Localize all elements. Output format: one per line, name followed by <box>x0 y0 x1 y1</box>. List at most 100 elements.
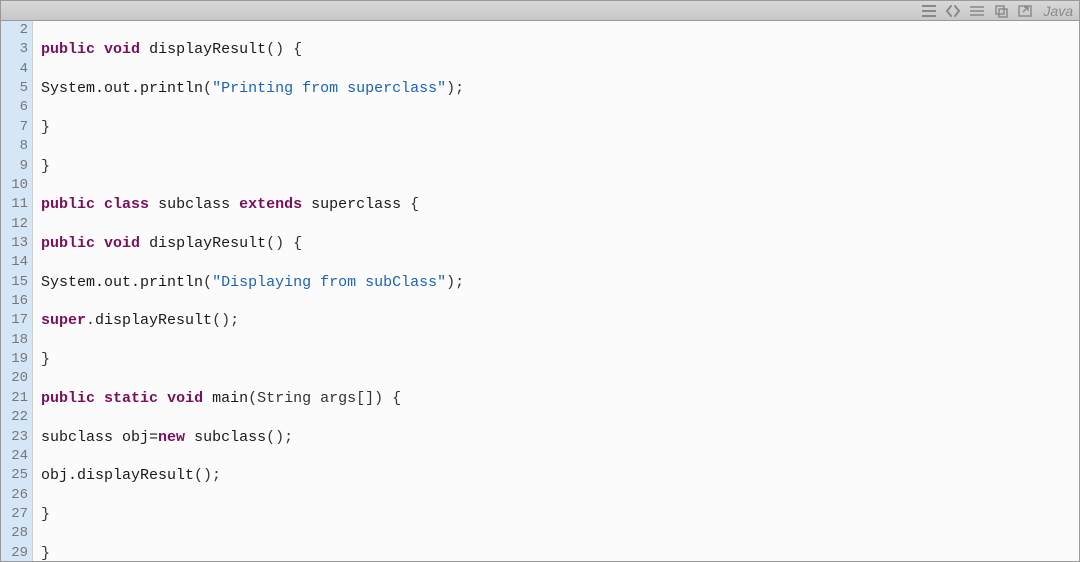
code-token <box>230 196 239 213</box>
line-number: 21 <box>1 389 32 408</box>
code-token: (); <box>194 467 221 484</box>
code-line[interactable] <box>41 486 1071 505</box>
code-line[interactable] <box>41 176 1071 195</box>
code-line[interactable]: System.out.println("Printing from superc… <box>41 79 1071 98</box>
code-line[interactable] <box>41 215 1071 234</box>
code-token <box>95 235 104 252</box>
code-token: displayResult <box>95 312 212 329</box>
code-line[interactable] <box>41 524 1071 543</box>
code-token: main <box>212 390 248 407</box>
line-number: 19 <box>1 350 32 369</box>
code-token: ( <box>203 274 212 291</box>
code-token: static <box>104 390 158 407</box>
code-token <box>203 390 212 407</box>
code-line[interactable]: System.out.println("Displaying from subC… <box>41 273 1071 292</box>
code-editor-frame: Java 23456789101112131415161718192021222… <box>0 0 1080 562</box>
code-line[interactable] <box>41 21 1071 40</box>
line-number: 24 <box>1 447 32 466</box>
code-token: displayResult <box>149 41 266 58</box>
code-line[interactable] <box>41 98 1071 117</box>
open-external-icon[interactable] <box>1015 3 1035 19</box>
code-token: new <box>158 429 185 446</box>
code-token <box>149 196 158 213</box>
code-line[interactable]: } <box>41 544 1071 561</box>
line-number: 10 <box>1 176 32 195</box>
language-label: Java <box>1039 3 1073 19</box>
code-token: } <box>41 351 50 368</box>
code-line[interactable]: } <box>41 118 1071 137</box>
code-token: super <box>41 312 86 329</box>
code-token: public <box>41 196 95 213</box>
line-number: 29 <box>1 544 32 561</box>
code-line[interactable]: public static void main(String args[]) { <box>41 389 1071 408</box>
line-number: 20 <box>1 369 32 388</box>
code-area[interactable]: public void displayResult() { System.out.… <box>33 21 1079 561</box>
line-number: 12 <box>1 215 32 234</box>
code-line[interactable]: } <box>41 157 1071 176</box>
code-line[interactable]: obj.displayResult(); <box>41 466 1071 485</box>
code-token <box>140 41 149 58</box>
line-number: 6 <box>1 98 32 117</box>
line-number: 17 <box>1 311 32 330</box>
line-number: 11 <box>1 195 32 214</box>
code-token: ); <box>446 80 464 97</box>
line-number: 9 <box>1 157 32 176</box>
line-number: 7 <box>1 118 32 137</box>
menu-lines-icon[interactable] <box>919 3 939 19</box>
code-line[interactable]: public class subclass extends superclass… <box>41 195 1071 214</box>
code-line[interactable] <box>41 292 1071 311</box>
code-token: println <box>140 274 203 291</box>
code-token <box>158 390 167 407</box>
tags-icon[interactable] <box>943 3 963 19</box>
code-token: . <box>86 312 95 329</box>
code-token: displayResult <box>77 467 194 484</box>
line-number: 8 <box>1 137 32 156</box>
line-number: 14 <box>1 253 32 272</box>
code-token: subclass obj= <box>41 429 158 446</box>
code-token: ); <box>446 274 464 291</box>
code-token <box>95 390 104 407</box>
code-line[interactable] <box>41 447 1071 466</box>
code-token: } <box>41 545 50 561</box>
code-token: displayResult <box>149 235 266 252</box>
line-number: 22 <box>1 408 32 427</box>
line-number: 5 <box>1 79 32 98</box>
code-token: "Printing from superclass" <box>212 80 446 97</box>
code-token <box>302 196 311 213</box>
line-number: 2 <box>1 21 32 40</box>
code-token: System.out. <box>41 80 140 97</box>
code-line[interactable]: public void displayResult() { <box>41 234 1071 253</box>
code-line[interactable]: } <box>41 505 1071 524</box>
code-token: public <box>41 235 95 252</box>
lines-icon[interactable] <box>967 3 987 19</box>
code-token: ( <box>203 80 212 97</box>
line-number: 26 <box>1 486 32 505</box>
code-line[interactable] <box>41 369 1071 388</box>
code-line[interactable] <box>41 253 1071 272</box>
line-number: 13 <box>1 234 32 253</box>
code-token: void <box>167 390 203 407</box>
code-token: obj. <box>41 467 77 484</box>
code-line[interactable]: } <box>41 350 1071 369</box>
line-number: 16 <box>1 292 32 311</box>
code-token: { <box>401 196 419 213</box>
code-line[interactable] <box>41 331 1071 350</box>
editor-body: 2345678910111213141516171819202122232425… <box>1 21 1079 561</box>
code-line[interactable]: subclass obj=new subclass(); <box>41 428 1071 447</box>
line-number: 3 <box>1 40 32 59</box>
code-token: extends <box>239 196 302 213</box>
code-token <box>140 235 149 252</box>
code-line[interactable] <box>41 60 1071 79</box>
code-token: (); <box>212 312 239 329</box>
line-number-gutter: 2345678910111213141516171819202122232425… <box>1 21 33 561</box>
code-token: println <box>140 80 203 97</box>
copy-icon[interactable] <box>991 3 1011 19</box>
code-line[interactable] <box>41 137 1071 156</box>
code-line[interactable] <box>41 408 1071 427</box>
code-line[interactable]: public void displayResult() { <box>41 40 1071 59</box>
code-token: (String args[]) { <box>248 390 401 407</box>
code-token: subclass <box>158 196 230 213</box>
code-token: "Displaying from subClass" <box>212 274 446 291</box>
code-line[interactable]: super.displayResult(); <box>41 311 1071 330</box>
code-token: public <box>41 41 95 58</box>
